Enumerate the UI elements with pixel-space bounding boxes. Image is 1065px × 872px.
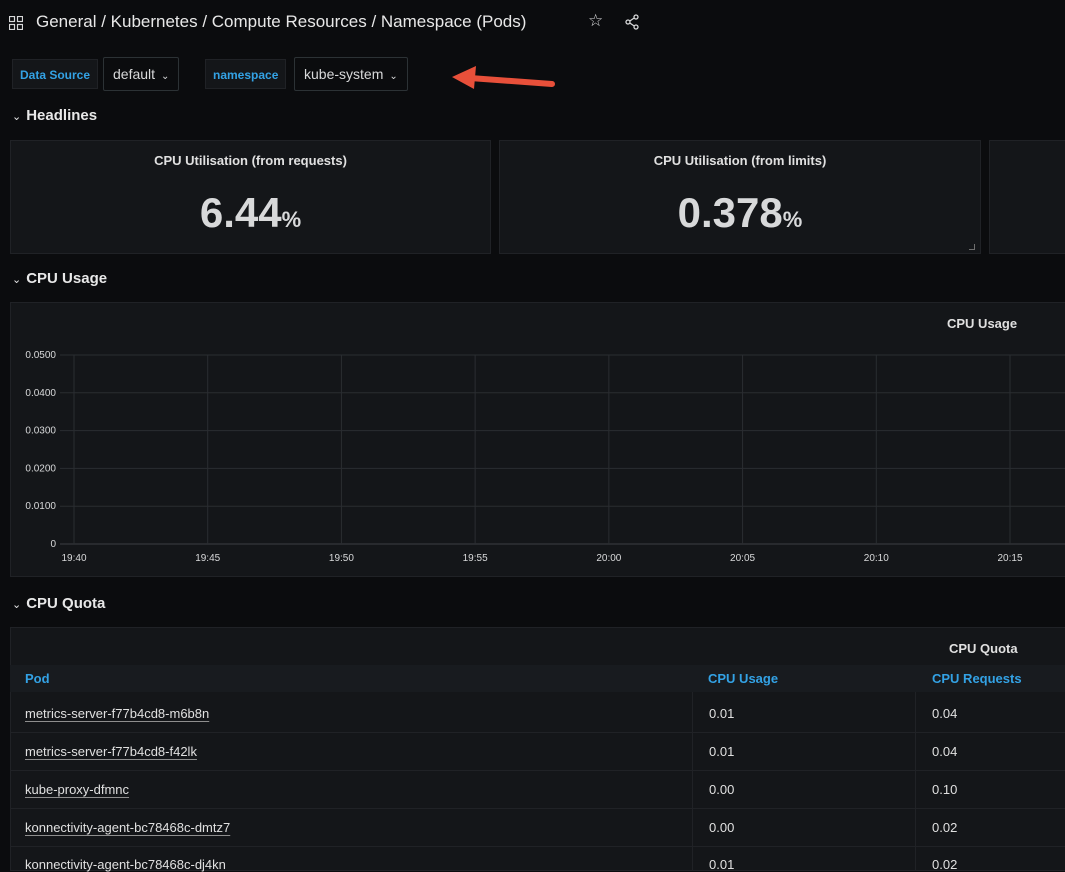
star-icon[interactable]: ☆ (588, 11, 603, 31)
y-tick-label: 0.0400 (25, 388, 56, 399)
annotation-arrow-icon (452, 66, 555, 89)
cpu-usage-cell: 0.00 (709, 820, 735, 835)
cpu-usage-cell: 0.01 (709, 857, 735, 872)
grid-icon[interactable] (9, 16, 23, 30)
stat-unit: % (281, 207, 302, 232)
row-header-headlines[interactable]: ⌄ Headlines (12, 107, 97, 124)
y-tick-label: 0.0100 (25, 501, 56, 512)
row-divider (10, 846, 1065, 847)
x-tick-label: 20:10 (864, 553, 889, 564)
datasource-value: default (113, 66, 156, 82)
cpu-requests-cell: 0.10 (932, 782, 958, 797)
panel-title[interactable]: CPU Quota (949, 641, 1018, 656)
column-divider (915, 692, 916, 871)
x-tick-label: 20:00 (596, 553, 621, 564)
resize-handle-icon[interactable] (969, 244, 975, 250)
stat-number: 6.44 (199, 189, 282, 236)
stat-panel-limits: CPU Utilisation (from limits) 0.378% (499, 140, 981, 254)
column-header-cpu-requests[interactable]: CPU Requests (932, 671, 1022, 686)
y-tick-label: 0.0200 (25, 463, 56, 474)
dashboard-nav-bar: General / Kubernetes / Compute Resources… (0, 0, 1065, 50)
cpu-usage-cell: 0.01 (709, 744, 735, 759)
stat-number: 0.378 (677, 189, 783, 236)
column-header-cpu-usage[interactable]: CPU Usage (708, 671, 778, 686)
chevron-down-icon: ⌄ (12, 599, 22, 611)
namespace-variable-label: namespace (205, 59, 287, 89)
breadcrumb[interactable]: General / Kubernetes / Compute Resources… (36, 12, 526, 32)
namespace-value: kube-system (304, 66, 384, 82)
cpu-requests-cell: 0.02 (932, 857, 958, 872)
pod-link[interactable]: konnectivity-agent-bc78468c-dmtz7 (25, 820, 230, 835)
stat-value: 6.44% (11, 189, 490, 237)
x-tick-label: 19:40 (61, 553, 86, 564)
cpu-usage-cell: 0.01 (709, 706, 735, 721)
x-tick-label: 20:05 (730, 553, 755, 564)
column-divider (692, 692, 693, 871)
panel-title[interactable]: CPU Usage (947, 316, 1017, 331)
x-tick-label: 20:15 (997, 553, 1022, 564)
pod-link[interactable]: metrics-server-f77b4cd8-f42lk (25, 744, 197, 759)
column-header-pod[interactable]: Pod (25, 671, 50, 686)
row-divider (10, 770, 1065, 771)
y-tick-label: 0.0500 (25, 350, 56, 361)
row-title: CPU Quota (26, 595, 106, 612)
row-title: Headlines (26, 107, 98, 124)
x-tick-label: 19:45 (195, 553, 220, 564)
chevron-down-icon: ⌄ (161, 71, 170, 82)
cpu-usage-cell: 0.00 (709, 782, 735, 797)
x-tick-label: 19:50 (329, 553, 354, 564)
datasource-variable-label: Data Source (12, 59, 99, 89)
row-divider (10, 732, 1065, 733)
stat-panel-partial (989, 140, 1065, 254)
cpu-usage-chart: 0 0.0100 0.0200 0.0300 0.0400 0.0500 19:40 19:4… (25, 350, 1065, 564)
namespace-select[interactable]: kube-system ⌄ (294, 57, 408, 91)
cpu-requests-cell: 0.04 (932, 706, 958, 721)
stat-value: 0.378% (500, 189, 980, 237)
row-divider (10, 808, 1065, 809)
panel-title[interactable]: CPU Utilisation (from limits) (500, 153, 980, 168)
stat-panel-requests: CPU Utilisation (from requests) 6.44% (10, 140, 491, 254)
share-icon[interactable] (624, 14, 640, 30)
x-tick-label: 19:55 (463, 553, 488, 564)
pod-link[interactable]: metrics-server-f77b4cd8-m6b8n (25, 706, 209, 721)
chevron-down-icon: ⌄ (12, 274, 22, 286)
cpu-requests-cell: 0.02 (932, 820, 958, 835)
datasource-select[interactable]: default ⌄ (103, 57, 180, 91)
cpu-requests-cell: 0.04 (932, 744, 958, 759)
y-tick-label: 0 (50, 539, 56, 550)
table-header-row (10, 665, 1065, 692)
panel-title[interactable]: CPU Utilisation (from requests) (11, 153, 490, 168)
pod-link[interactable]: kube-proxy-dfmnc (25, 782, 129, 797)
row-header-cpu-usage[interactable]: ⌄ CPU Usage (12, 270, 107, 287)
pod-link[interactable]: konnectivity-agent-bc78468c-dj4kn (25, 857, 226, 872)
chevron-down-icon: ⌄ (389, 71, 398, 82)
row-title: CPU Usage (26, 270, 108, 287)
chevron-down-icon: ⌄ (12, 111, 22, 123)
y-tick-label: 0.0300 (25, 426, 56, 437)
row-header-cpu-quota[interactable]: ⌄ CPU Quota (12, 595, 105, 612)
stat-unit: % (782, 207, 803, 232)
